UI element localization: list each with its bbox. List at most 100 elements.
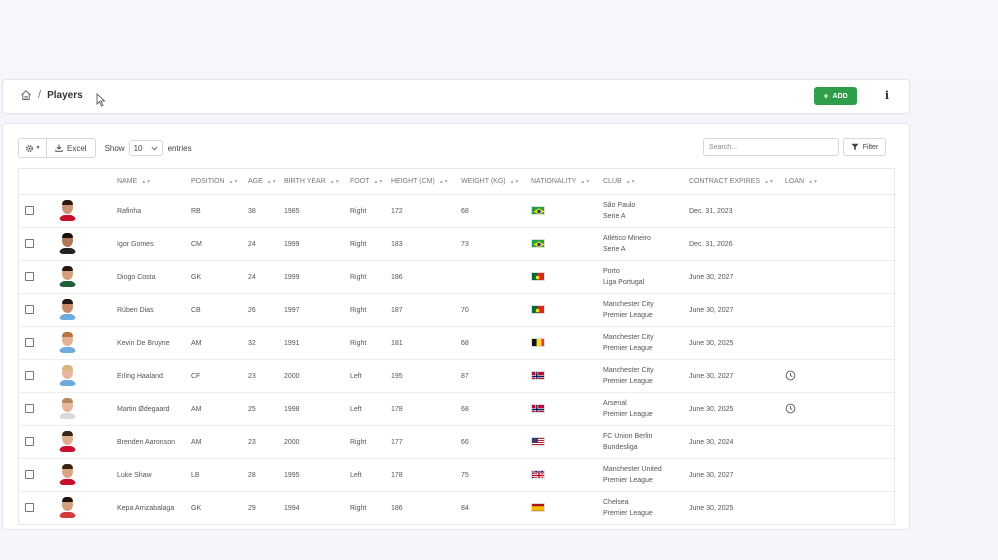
column-header-weight-kg[interactable]: WEIGHT (KG) ▲▼: [461, 169, 531, 195]
table-row[interactable]: Rúben Dias CB 26 1997 Right 187 70 Manchester C…: [19, 293, 894, 327]
player-age: 32: [248, 326, 284, 360]
player-name[interactable]: Erling Haaland: [117, 359, 191, 393]
sort-icon[interactable]: ▲▼: [626, 179, 636, 185]
settings-dropdown-button[interactable]: ▼: [18, 138, 47, 158]
photo-cell: [59, 458, 117, 492]
player-name[interactable]: Brenden Aaronson: [117, 425, 191, 459]
player-position: GK: [191, 491, 248, 524]
excel-export-button[interactable]: Excel: [47, 138, 96, 158]
player-loan-cell: [785, 359, 894, 393]
player-height: 187: [391, 293, 461, 327]
player-avatar: [59, 397, 76, 419]
row-checkbox[interactable]: [25, 502, 34, 512]
player-birth-year: 2000: [284, 359, 350, 393]
sort-icon[interactable]: ▲▼: [228, 179, 238, 185]
column-header-foot[interactable]: FOOT ▲▼: [350, 169, 391, 195]
column-header-club[interactable]: CLUB ▲▼: [603, 169, 689, 195]
table-row[interactable]: Luke Shaw LB 28 1995 Left 178 75 Manchester Uni…: [19, 458, 894, 492]
player-position: AM: [191, 425, 248, 459]
player-club: Porto: [603, 268, 620, 275]
table-row[interactable]: Igor Gomes CM 24 1999 Right 183 73 Atlético Min…: [19, 227, 894, 261]
sort-icon[interactable]: ▲▼: [764, 179, 774, 185]
clock-icon: [785, 370, 796, 380]
player-weight: 68: [461, 326, 531, 360]
clock-icon: [785, 403, 796, 413]
player-birth-year: 1985: [284, 194, 350, 228]
row-checkbox[interactable]: [25, 370, 34, 380]
row-checkbox[interactable]: [25, 469, 34, 479]
column-header-position[interactable]: POSITION ▲▼: [191, 169, 248, 195]
player-foot: Right: [350, 326, 391, 360]
sort-icon[interactable]: ▲▼: [439, 179, 449, 185]
table-row[interactable]: Rafinha RB 38 1985 Right 172 68 São Paulo Serie …: [19, 194, 894, 228]
table-row[interactable]: Brenden Aaronson AM 23 2000 Right 177 66 FC Uni…: [19, 425, 894, 459]
player-contract-expires: June 30, 2024: [689, 425, 785, 459]
column-header-name[interactable]: NAME ▲▼: [117, 169, 191, 195]
player-name[interactable]: Luke Shaw: [117, 458, 191, 492]
download-icon: [55, 144, 63, 152]
home-icon[interactable]: [20, 89, 32, 101]
player-nationality: [531, 392, 603, 426]
player-club-cell: Arsenal Premier League: [603, 392, 689, 426]
player-age: 23: [248, 359, 284, 393]
sort-icon[interactable]: ▲▼: [330, 179, 340, 185]
table-row[interactable]: Diogo Costa GK 24 1999 Right 186 Porto Liga Por…: [19, 260, 894, 294]
player-contract-expires: Dec. 31, 2023: [689, 194, 785, 228]
photo-cell: [59, 194, 117, 228]
player-league: Serie A: [603, 246, 626, 253]
table-row[interactable]: Kevin De Bruyne AM 32 1991 Right 181 68 Manches…: [19, 326, 894, 360]
player-name[interactable]: Rafinha: [117, 194, 191, 228]
player-nationality: [531, 491, 603, 524]
add-player-button[interactable]: + ADD: [814, 87, 857, 105]
search-input[interactable]: [703, 138, 839, 156]
player-name[interactable]: Igor Gomes: [117, 227, 191, 261]
entries-per-page-select[interactable]: 10: [128, 140, 163, 156]
player-loan-cell: [785, 326, 894, 360]
row-checkbox[interactable]: [25, 271, 34, 281]
row-select-cell: [19, 227, 59, 261]
player-loan-cell: [785, 458, 894, 492]
column-header-birth-year[interactable]: BIRTH YEAR ▲▼: [284, 169, 350, 195]
sort-icon[interactable]: ▲▼: [808, 179, 818, 185]
player-nationality: [531, 260, 603, 294]
sort-icon[interactable]: ▲▼: [510, 179, 520, 185]
player-contract-expires: June 30, 2025: [689, 392, 785, 426]
caret-down-icon: ▼: [35, 145, 41, 151]
row-checkbox[interactable]: [25, 205, 34, 215]
player-name[interactable]: Martin Ødegaard: [117, 392, 191, 426]
sort-icon[interactable]: ▲▼: [141, 179, 151, 185]
table-row[interactable]: Martin Ødegaard AM 25 1998 Left 178 68 Arsenal P…: [19, 392, 894, 426]
column-header-loan[interactable]: LOAN ▲▼: [785, 169, 894, 195]
table-row[interactable]: Erling Haaland CF 23 2000 Left 195 87 Mancheste…: [19, 359, 894, 393]
player-foot: Right: [350, 227, 391, 261]
sort-icon[interactable]: ▲▼: [580, 179, 590, 185]
player-loan-cell: [785, 260, 894, 294]
player-weight: 66: [461, 425, 531, 459]
column-header-nationality[interactable]: NATIONALITY ▲▼: [531, 169, 603, 195]
player-name[interactable]: Kevin De Bruyne: [117, 326, 191, 360]
row-checkbox[interactable]: [25, 304, 34, 314]
column-header-age[interactable]: AGE ▲▼: [248, 169, 284, 195]
player-nationality: [531, 458, 603, 492]
player-name[interactable]: Rúben Dias: [117, 293, 191, 327]
column-header-height-cm[interactable]: HEIGHT (CM) ▲▼: [391, 169, 461, 195]
player-loan-cell: [785, 425, 894, 459]
breadcrumb-separator: /: [38, 89, 42, 101]
row-checkbox[interactable]: [25, 337, 34, 347]
player-birth-year: 1999: [284, 227, 350, 261]
sort-icon[interactable]: ▲▼: [373, 179, 383, 185]
row-checkbox[interactable]: [25, 403, 34, 413]
table-row[interactable]: Kepa Arrizabalaga GK 29 1994 Right 186 84 Chels…: [19, 491, 894, 524]
row-checkbox[interactable]: [25, 436, 34, 446]
player-club: Manchester City: [603, 301, 654, 308]
sort-icon[interactable]: ▲▼: [267, 179, 277, 185]
row-checkbox[interactable]: [25, 238, 34, 248]
player-league: Bundesliga: [603, 444, 638, 451]
player-name[interactable]: Diogo Costa: [117, 260, 191, 294]
column-header-contract-expires[interactable]: CONTRACT EXPIRES ▲▼: [689, 169, 785, 195]
filter-button[interactable]: Filter: [843, 138, 886, 156]
player-name[interactable]: Kepa Arrizabalaga: [117, 491, 191, 524]
info-button[interactable]: i: [881, 89, 893, 103]
player-league: Premier League: [603, 312, 653, 319]
player-league: Premier League: [603, 345, 653, 352]
